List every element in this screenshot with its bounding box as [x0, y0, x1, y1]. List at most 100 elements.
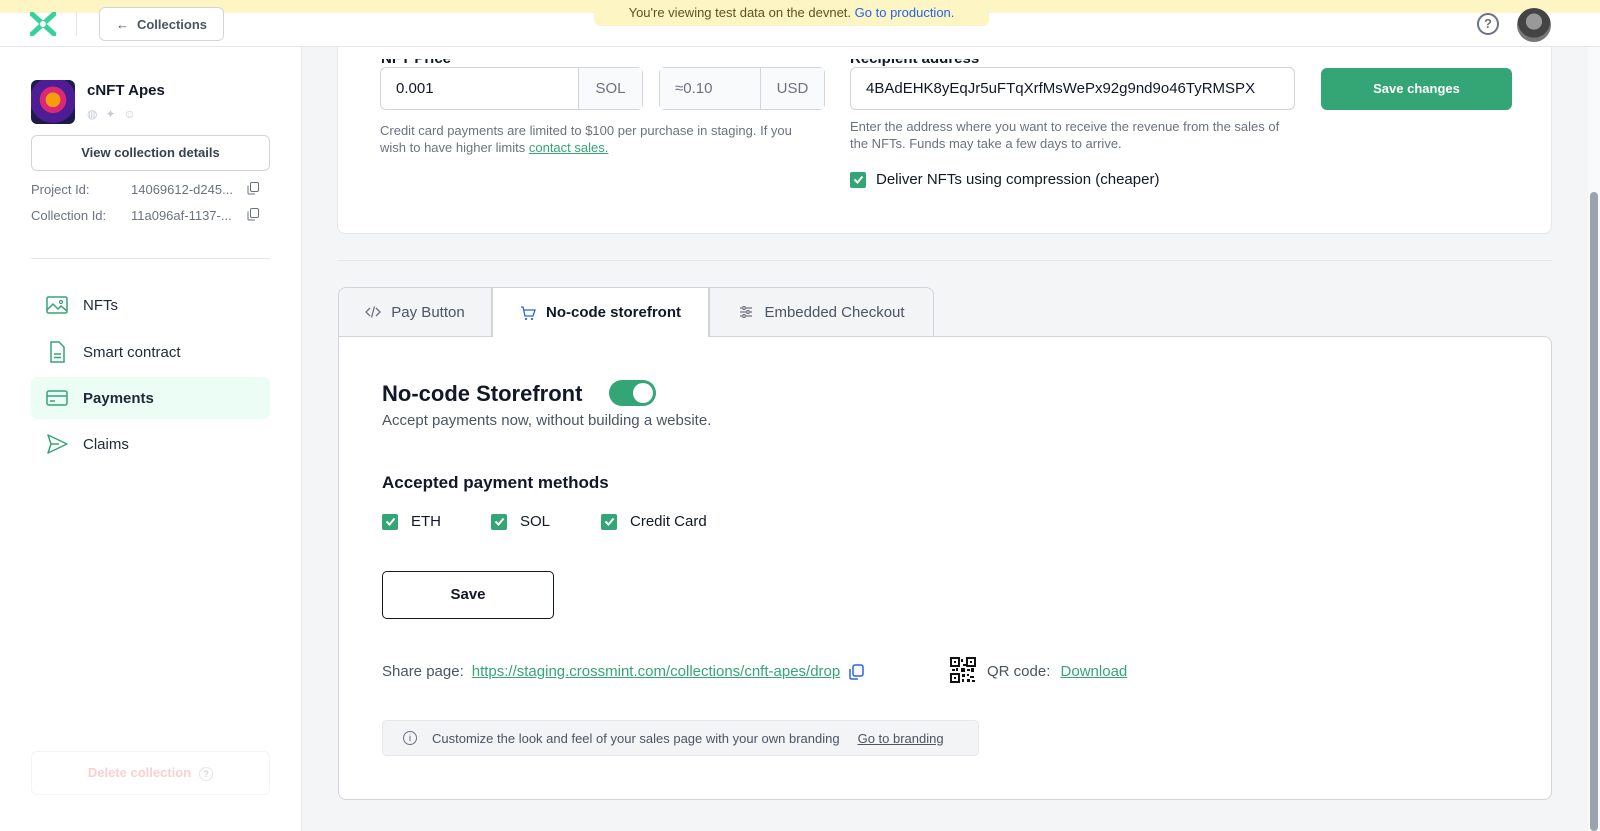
- code-icon: [365, 306, 382, 318]
- storefront-enabled-toggle[interactable]: [609, 380, 656, 406]
- collection-id-label: Collection Id:: [31, 208, 107, 223]
- sidebar-item-label: Smart contract: [83, 343, 181, 361]
- sidebar-item-label: Claims: [83, 435, 129, 453]
- divider: [76, 12, 77, 36]
- banner-text: You're viewing test data on the devnet.: [628, 5, 852, 20]
- delete-collection-button[interactable]: Delete collection?: [31, 751, 270, 795]
- share-page-row: Share page: https://staging.crossmint.co…: [382, 663, 864, 680]
- payment-method-eth[interactable]: ETH: [382, 513, 441, 530]
- qr-download-link[interactable]: Download: [1061, 663, 1128, 680]
- credit-card-checkbox[interactable]: [601, 513, 617, 530]
- deliver-compression-option[interactable]: Deliver NFTs using compression (cheaper): [850, 171, 1159, 188]
- sidebar-divider: [31, 258, 270, 259]
- go-to-production-link[interactable]: Go to production.: [855, 5, 955, 20]
- sidebar-item-smart-contract[interactable]: Smart contract: [31, 331, 270, 373]
- deliver-compression-checkbox[interactable]: [850, 171, 866, 188]
- check-icon: [494, 517, 504, 526]
- payment-methods-title: Accepted payment methods: [382, 473, 609, 492]
- project-id-label: Project Id:: [31, 182, 90, 197]
- project-id-value: 14069612-d245...: [131, 182, 233, 197]
- help-icon[interactable]: ?: [1477, 13, 1499, 35]
- go-to-branding-link[interactable]: Go to branding: [858, 731, 944, 746]
- tab-label: No-code storefront: [546, 304, 681, 321]
- social-links: ◍ ✦ ☺: [87, 107, 136, 121]
- collection-name: cNFT Apes: [87, 82, 165, 99]
- globe-icon[interactable]: ◍: [87, 107, 97, 121]
- payment-method-label: SOL: [520, 513, 551, 530]
- avatar[interactable]: [1517, 8, 1551, 42]
- payment-tabs: Pay Button No-code storefront Embedded C…: [338, 287, 934, 337]
- price-unit: SOL: [578, 68, 642, 109]
- sliders-icon: [740, 306, 753, 318]
- back-button-label: Collections: [136, 16, 208, 32]
- save-button[interactable]: Save: [382, 571, 554, 619]
- price-value[interactable]: 0.001: [381, 68, 578, 109]
- back-to-collections-button[interactable]: ← Collections: [99, 7, 224, 41]
- document-icon: [50, 341, 65, 363]
- crossmint-logo-icon[interactable]: [30, 12, 56, 36]
- delete-collection-label: Delete collection: [87, 765, 192, 780]
- qr-code-label: QR code:: [987, 663, 1051, 680]
- payment-method-label: Credit Card: [630, 513, 707, 530]
- usd-unit: USD: [760, 68, 824, 109]
- credit-card-icon: [46, 390, 68, 406]
- share-page-label: Share page:: [382, 663, 464, 680]
- usd-value: ≈0.10: [660, 68, 760, 109]
- collection-id-row: Collection Id: 11a096af-1137-...: [31, 208, 271, 226]
- branding-hint: i Customize the look and feel of your sa…: [382, 720, 979, 756]
- sol-checkbox[interactable]: [491, 513, 507, 530]
- tab-label: Pay Button: [391, 303, 465, 321]
- recipient-address-input[interactable]: 4BAdEHK8yEqJr5uFTqXrfMsWePx92g9nd9o46TyR…: [850, 67, 1295, 110]
- payment-method-label: ETH: [411, 513, 441, 530]
- recipient-help-text: Enter the address where you want to rece…: [850, 119, 1280, 151]
- sidebar-item-label: Payments: [83, 389, 154, 407]
- sidebar-item-label: NFTs: [83, 296, 118, 314]
- qr-code-icon: [950, 657, 976, 683]
- price-help-text: Credit card payments are limited to $100…: [380, 122, 820, 156]
- sidebar-item-payments[interactable]: Payments: [31, 377, 270, 419]
- image-icon: [46, 296, 68, 314]
- question-icon: ?: [199, 766, 214, 781]
- tab-label: Embedded Checkout: [764, 303, 905, 321]
- sidebar-item-claims[interactable]: Claims: [31, 423, 270, 465]
- view-collection-details-button[interactable]: View collection details: [31, 135, 270, 171]
- tab-embedded-checkout[interactable]: Embedded Checkout: [709, 287, 934, 336]
- info-icon: i: [403, 731, 417, 745]
- storefront-title: No-code Storefront: [382, 381, 583, 406]
- save-changes-button[interactable]: Save changes: [1321, 68, 1512, 110]
- twitter-icon[interactable]: ✦: [105, 107, 115, 121]
- sidebar: cNFT Apes ◍ ✦ ☺ View collection details …: [0, 47, 302, 831]
- collection-id-value: 11a096af-1137-...: [131, 208, 232, 223]
- qr-code-row: QR code: Download: [987, 663, 1127, 680]
- check-icon: [604, 517, 614, 526]
- check-icon: [853, 175, 863, 184]
- copy-icon[interactable]: [247, 208, 259, 221]
- branding-text: Customize the look and feel of your sale…: [432, 730, 840, 746]
- cart-icon: [521, 305, 536, 320]
- share-page-link[interactable]: https://staging.crossmint.com/collection…: [472, 663, 841, 680]
- toggle-knob: [633, 383, 653, 403]
- test-data-banner: You're viewing test data on the devnet. …: [594, 0, 989, 26]
- deliver-compression-label: Deliver NFTs using compression (cheaper): [876, 171, 1160, 188]
- tab-no-code-storefront[interactable]: No-code storefront: [492, 287, 709, 337]
- payment-method-sol[interactable]: SOL: [491, 513, 550, 530]
- arrow-left-icon: ←: [115, 16, 129, 32]
- storefront-panel: No-code Storefront Accept payments now, …: [338, 336, 1552, 800]
- project-id-row: Project Id: 14069612-d245...: [31, 182, 271, 200]
- sidebar-item-nfts[interactable]: NFTs: [31, 284, 270, 326]
- copy-icon[interactable]: [848, 663, 864, 680]
- check-icon: [385, 517, 395, 526]
- copy-icon[interactable]: [247, 182, 259, 195]
- top-bar: You're viewing test data on the devnet. …: [0, 0, 1600, 47]
- discord-icon[interactable]: ☺: [124, 107, 136, 121]
- payment-method-credit-card[interactable]: Credit Card: [601, 513, 707, 530]
- eth-checkbox[interactable]: [382, 513, 398, 530]
- contact-sales-link[interactable]: contact sales.: [529, 140, 609, 155]
- send-icon: [47, 434, 68, 454]
- price-input[interactable]: 0.001 SOL: [380, 67, 643, 110]
- tab-pay-button[interactable]: Pay Button: [338, 287, 492, 336]
- usd-equivalent-field: ≈0.10 USD: [659, 67, 825, 110]
- section-divider: [337, 260, 1552, 261]
- scrollbar-thumb[interactable]: [1590, 192, 1598, 831]
- collection-thumbnail: [31, 80, 75, 124]
